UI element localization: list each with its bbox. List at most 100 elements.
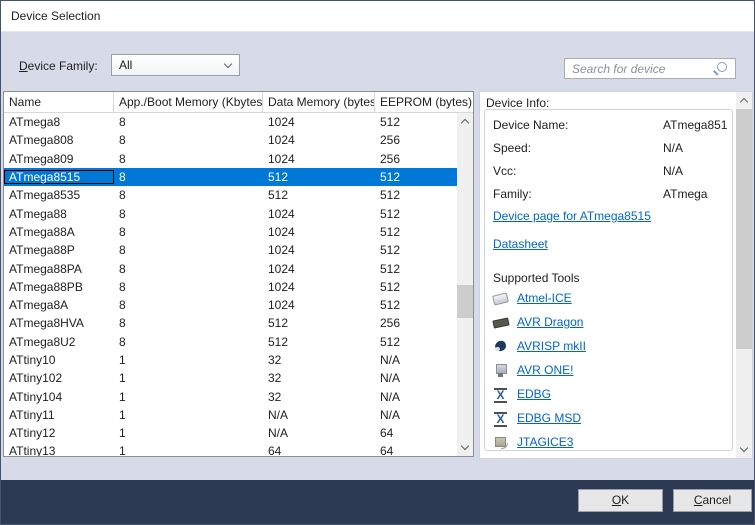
column-header-data[interactable]: Data Memory (bytes) [263, 92, 375, 112]
table-row[interactable]: ATtiny10 1 32 N/A [4, 351, 457, 369]
cancel-button[interactable]: Cancel [673, 489, 752, 512]
column-header-name[interactable]: Name [4, 92, 114, 112]
supported-tool-item: AVRISP mkII [493, 338, 586, 354]
avrisp-mkii-icon [493, 338, 509, 354]
cell-data: N/A [263, 426, 375, 440]
cell-name: ATmega88 [4, 207, 114, 221]
device-family-label: Device Family: [19, 59, 98, 73]
cell-data: 1024 [263, 207, 375, 221]
cell-name: ATmega88A [4, 225, 114, 239]
cell-name: ATmega8 [4, 115, 114, 129]
tool-link[interactable]: EDBG [517, 387, 551, 401]
column-header-eeprom[interactable]: EEPROM (bytes) [375, 92, 473, 112]
cell-memory: 8 [114, 225, 263, 239]
cell-eeprom: 64 [375, 426, 457, 440]
device-info-title: Device Info: [486, 96, 549, 110]
cell-name: ATmega808 [4, 133, 114, 147]
chevron-down-icon [224, 60, 232, 68]
cell-name: ATtiny11 [4, 408, 114, 422]
edbg-icon [493, 386, 509, 402]
cell-name: ATmega8U2 [4, 335, 114, 349]
family-label: Family: [493, 187, 532, 201]
table-row[interactable]: ATmega809 8 1024 256 [4, 150, 457, 168]
cell-eeprom: N/A [375, 353, 457, 367]
scrollbar-thumb[interactable] [457, 285, 473, 318]
supported-tool-item: JTAGICE3 [493, 434, 586, 450]
supported-tool-item: EDBG MSD [493, 410, 586, 426]
scrollbar-thumb[interactable] [736, 109, 752, 349]
table-row[interactable]: ATmega88A 8 1024 512 [4, 223, 457, 241]
table-row[interactable]: ATmega88P 8 1024 512 [4, 241, 457, 259]
cell-data: 32 [263, 390, 375, 404]
table-row[interactable]: ATmega8 8 1024 512 [4, 113, 457, 131]
table-row[interactable]: ATtiny104 1 32 N/A [4, 387, 457, 405]
cell-memory: 8 [114, 335, 263, 349]
scroll-up-button[interactable] [457, 114, 473, 129]
scroll-down-button[interactable] [736, 442, 752, 457]
tool-link[interactable]: Atmel-ICE [517, 291, 572, 305]
tool-link[interactable]: AVR ONE! [517, 363, 573, 377]
tool-link[interactable]: AVR Dragon [517, 315, 583, 329]
supported-tool-item: AVR Dragon [493, 314, 586, 330]
search-icon[interactable] [713, 62, 727, 76]
cell-data: 512 [263, 170, 375, 184]
cell-name: ATmega8A [4, 298, 114, 312]
device-family-dropdown[interactable]: All [111, 54, 240, 76]
cell-memory: 1 [114, 353, 263, 367]
table-scrollbar[interactable] [457, 113, 473, 456]
cell-name: ATmega8535 [4, 188, 114, 202]
cell-memory: 1 [114, 371, 263, 385]
table-row[interactable]: ATmega88 8 1024 512 [4, 204, 457, 222]
table-row[interactable]: ATmega808 8 1024 256 [4, 131, 457, 149]
cell-eeprom: 512 [375, 207, 457, 221]
search-input[interactable] [564, 58, 736, 79]
cell-memory: 8 [114, 298, 263, 312]
table-row[interactable]: ATtiny102 1 32 N/A [4, 369, 457, 387]
cell-memory: 8 [114, 115, 263, 129]
cell-eeprom: 512 [375, 298, 457, 312]
datasheet-link[interactable]: Datasheet [493, 237, 651, 251]
table-row[interactable]: ATmega8515 8 512 512 [4, 168, 457, 186]
table-row[interactable]: ATtiny11 1 N/A N/A [4, 406, 457, 424]
device-table-body: ATmega8 8 1024 512 ATmega808 8 1024 256 … [4, 113, 457, 456]
table-row[interactable]: ATmega88PA 8 1024 512 [4, 259, 457, 277]
table-row[interactable]: ATmega8A 8 1024 512 [4, 296, 457, 314]
avr-one-icon [493, 362, 509, 378]
table-row[interactable]: ATtiny12 1 N/A 64 [4, 424, 457, 442]
cell-data: 1024 [263, 152, 375, 166]
panel-scrollbar[interactable] [736, 92, 752, 458]
table-row[interactable]: ATtiny13 1 64 64 [4, 442, 457, 456]
scroll-down-button[interactable] [457, 440, 473, 455]
cell-name: ATtiny102 [4, 371, 114, 385]
chevron-down-icon [740, 444, 748, 452]
column-header-memory[interactable]: App./Boot Memory (Kbytes) [114, 92, 263, 112]
table-row[interactable]: ATmega8535 8 512 512 [4, 186, 457, 204]
table-row[interactable]: ATmega8HVA 8 512 256 [4, 314, 457, 332]
cell-data: 1024 [263, 243, 375, 257]
cell-eeprom: 256 [375, 316, 457, 330]
scroll-up-button[interactable] [736, 93, 752, 108]
tool-link[interactable]: AVRISP mkII [517, 339, 586, 353]
tool-link[interactable]: JTAGICE3 [517, 435, 573, 449]
cell-eeprom: 512 [375, 188, 457, 202]
titlebar: Device Selection [1, 1, 754, 32]
vcc-field: Vcc: N/A [493, 164, 516, 180]
cell-data: 512 [263, 335, 375, 349]
tool-link[interactable]: EDBG MSD [517, 411, 581, 425]
family-value: ATmega [663, 187, 727, 201]
table-row[interactable]: ATmega8U2 8 512 512 [4, 333, 457, 351]
footer-bar: OK Cancel [1, 480, 754, 524]
device-page-link[interactable]: Device page for ATmega8515 [493, 209, 651, 223]
cell-eeprom: 256 [375, 133, 457, 147]
device-table: Name App./Boot Memory (Kbytes) Data Memo… [3, 91, 474, 457]
avr-dragon-icon [493, 314, 509, 330]
cell-eeprom: 512 [375, 335, 457, 349]
table-row[interactable]: ATmega88PB 8 1024 512 [4, 278, 457, 296]
cell-eeprom: 64 [375, 444, 457, 456]
cell-data: 1024 [263, 262, 375, 276]
window-title: Device Selection [11, 9, 100, 23]
supported-tools-list: Atmel-ICE AVR Dragon AVRISP mkII AVR ONE… [493, 290, 586, 450]
cell-eeprom: 512 [375, 280, 457, 294]
ok-button[interactable]: OK [578, 489, 663, 512]
cell-data: 1024 [263, 280, 375, 294]
